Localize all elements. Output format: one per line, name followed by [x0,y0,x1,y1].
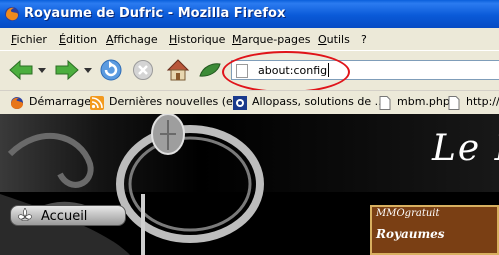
promo-banner[interactable]: MMOgratuit Royaumes [370,205,499,255]
leaf-icon[interactable] [199,62,221,78]
firefox-logo-icon [5,7,19,21]
title-bar: Royaume de Dufric - Mozilla Firefox [0,0,499,28]
menu-help[interactable]: ? [361,33,367,46]
page-heading: Le R [432,128,499,169]
bookmark-http[interactable]: http:// [466,95,499,108]
page-icon [448,96,460,110]
back-arrow-icon[interactable] [8,59,34,81]
menu-edition[interactable]: Édition [59,33,97,46]
chevron-down-icon[interactable] [38,68,46,73]
window-title: Royaume de Dufric - Mozilla Firefox [24,6,286,21]
menu-fichier[interactable]: Fichier [11,33,47,46]
bookmark-mbm[interactable]: mbm.php [397,95,450,108]
rss-icon [90,96,104,110]
fleur-de-lis-icon [18,208,32,221]
reload-icon[interactable] [99,58,123,82]
firefox-icon [11,97,23,109]
page-content: Le R Accueil MMOgratuit Royaumes [0,114,499,255]
forward-arrow-icon[interactable] [54,59,80,81]
bookmarks-toolbar: Démarrage Dernières nouvelles (e... Allo… [0,90,499,115]
menu-bar: Fichier Édition Affichage Historique Mar… [0,28,499,50]
accueil-label: Accueil [41,209,88,224]
menu-historique[interactable]: Historique [169,33,225,46]
allopass-icon [233,96,247,110]
page-icon [379,96,391,110]
promo-top-text: MMOgratuit [376,208,440,219]
home-icon[interactable] [165,57,191,83]
stop-icon[interactable] [132,59,154,81]
menu-marque-pages[interactable]: Marque-pages [232,33,310,46]
bookmark-dernieres-nouvelles[interactable]: Dernières nouvelles (e... [109,95,243,108]
ornament-ring-image [0,114,264,255]
menu-affichage[interactable]: Affichage [106,33,158,46]
menu-outils[interactable]: Outils [318,33,350,46]
accueil-button[interactable]: Accueil [10,205,126,226]
column-divider [141,194,145,255]
chevron-down-icon[interactable] [84,68,92,73]
bookmark-allopass[interactable]: Allopass, solutions de ... [252,95,385,108]
bookmark-demarrage[interactable]: Démarrage [29,95,91,108]
highlight-annotation [222,51,350,93]
promo-main-text: Royaumes [376,227,445,241]
